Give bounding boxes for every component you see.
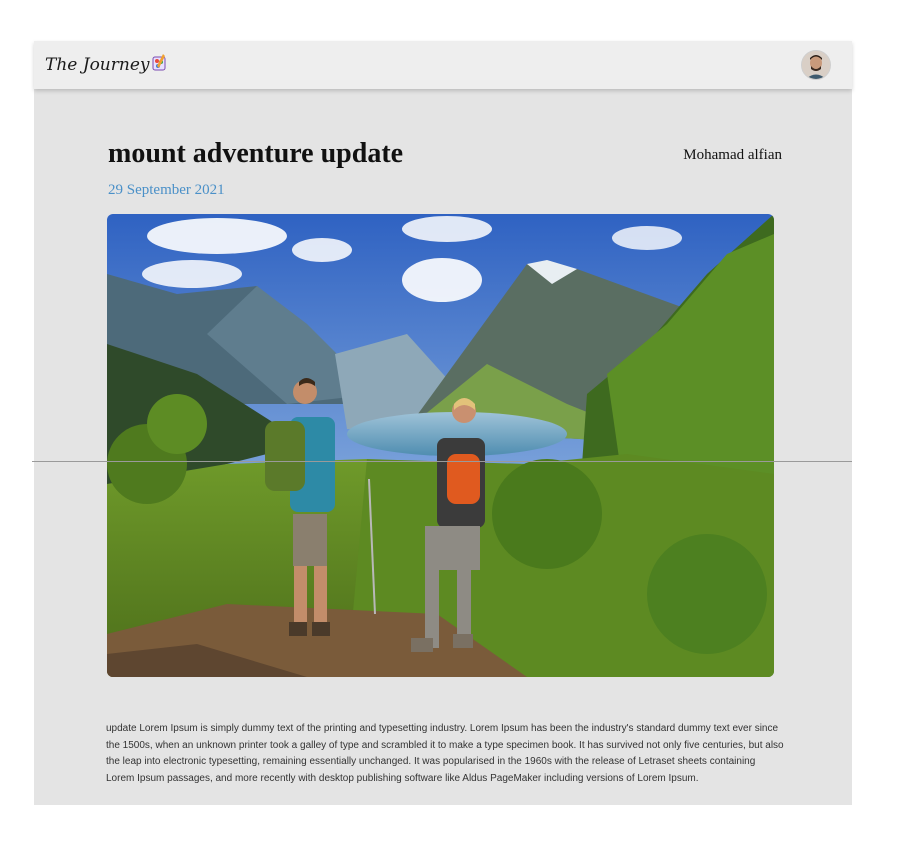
hikers-mountain-lake-photo [107, 214, 774, 677]
author-name[interactable]: Mohamad alfian [683, 147, 782, 164]
pencil-palette-icon [152, 53, 166, 77]
page-frame: The Journey mount adventure update Moham… [34, 41, 852, 805]
divider-line [32, 461, 852, 462]
logo-text: The Journey [45, 55, 150, 75]
site-logo[interactable]: The Journey [45, 52, 166, 78]
navbar: The Journey [34, 41, 852, 89]
article-title: mount adventure update [108, 138, 404, 169]
publish-date: 29 September 2021 [108, 182, 225, 198]
article-body: update Lorem Ipsum is simply dummy text … [106, 723, 784, 784]
user-avatar[interactable] [801, 50, 831, 80]
